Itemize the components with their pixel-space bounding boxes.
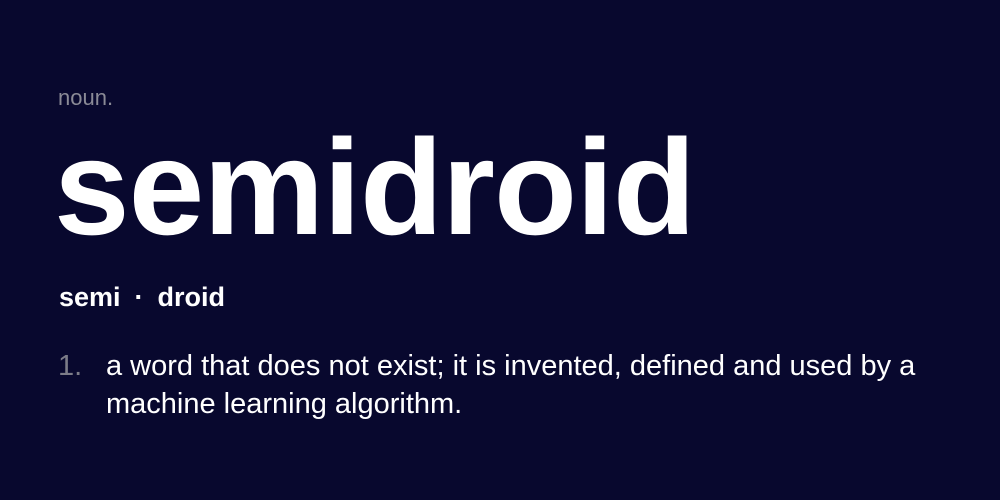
definition-card: noun. semidroid semi · droid 1. a word t… [54, 0, 958, 500]
syllable-breakdown: semi · droid [59, 281, 225, 313]
syllable-separator: · [134, 282, 144, 312]
definition-text: a word that does not exist; it is invent… [106, 350, 916, 420]
definition-item: 1. a word that does not exist; it is inv… [58, 347, 958, 423]
syllable-1: semi [59, 282, 121, 312]
definition-number: 1. [58, 350, 83, 382]
syllable-2: droid [157, 282, 226, 312]
definition-list: 1. a word that does not exist; it is inv… [58, 347, 958, 423]
headword: semidroid [54, 111, 696, 263]
part-of-speech: noun. [58, 85, 114, 110]
